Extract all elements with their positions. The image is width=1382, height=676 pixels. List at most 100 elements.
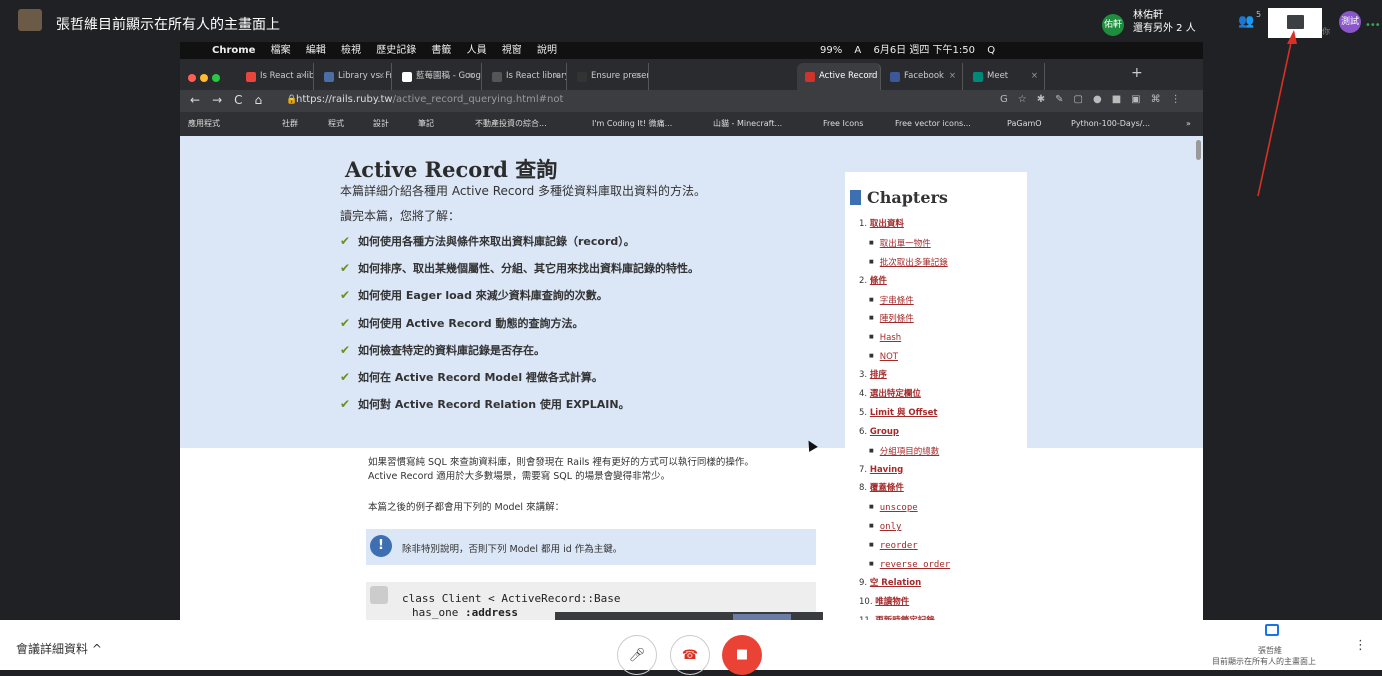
toc-link[interactable]: Having xyxy=(870,465,903,475)
people-icon[interactable]: 👥 xyxy=(1238,14,1254,29)
meet-top-bar: 張哲維目前顯示在所有人的主畫面上 佑軒 林佑軒 還有另外 2 人 👥 5 你 測… xyxy=(0,0,1382,42)
bookmark-link[interactable]: 山貓 - Minecraft... xyxy=(713,112,782,136)
browser-tab[interactable]: 藍莓園稿 - Goog × xyxy=(394,63,482,90)
toc-link[interactable]: Hash xyxy=(880,333,901,343)
browser-tab[interactable]: Facebook × xyxy=(882,63,963,90)
close-tab-icon[interactable]: × xyxy=(553,63,560,90)
toc-item: 字串條件 xyxy=(859,292,1024,311)
browser-tab[interactable]: Is React library o× xyxy=(484,63,567,90)
toc-link[interactable]: unscope xyxy=(880,503,918,513)
extension-icon[interactable]: ✱ xyxy=(1037,94,1045,105)
menu-people[interactable]: 人員 xyxy=(467,45,487,56)
toc-link[interactable]: 唯讀物件 xyxy=(875,597,909,607)
hangup-icon[interactable]: ☎︎ xyxy=(670,635,710,675)
bookmark-link[interactable]: 不動產投資の綜合... xyxy=(475,112,547,136)
self-avatar[interactable]: 測試 xyxy=(1339,11,1361,33)
toc-link[interactable]: 排序 xyxy=(870,370,887,380)
extension-icon[interactable]: ● xyxy=(1093,94,1102,105)
bookmark-link[interactable]: Free Icons xyxy=(823,112,863,136)
toc-link[interactable]: Limit 與 Offset xyxy=(870,408,938,418)
toc-link[interactable]: reorder xyxy=(880,541,918,551)
back-button[interactable]: ← xyxy=(190,93,200,107)
close-tab-icon[interactable]: × xyxy=(635,63,642,90)
bookmark-folder[interactable]: 程式 xyxy=(328,112,344,136)
minimize-window-icon[interactable] xyxy=(200,74,208,82)
toc-link[interactable]: reverse_order xyxy=(880,560,950,570)
toc-link[interactable]: 分組項目的總數 xyxy=(880,447,940,457)
menu-window[interactable]: 視窗 xyxy=(502,45,522,56)
goal-item: ✔ 如何對 Active Record Relation 使用 EXPLAIN。 xyxy=(340,395,699,422)
toc-link[interactable]: 取出資料 xyxy=(870,219,904,229)
translate-icon[interactable]: G xyxy=(1000,94,1008,105)
close-tab-icon[interactable]: × xyxy=(1031,63,1038,90)
clock[interactable]: 6月6日 週四 下午1:50 xyxy=(873,45,975,56)
spotlight-icon[interactable]: Q xyxy=(987,45,995,56)
toc-link[interactable]: 批次取出多筆記錄 xyxy=(880,258,948,268)
menubar-status: 99% A 6月6日 週四 下午1:50 Q xyxy=(820,42,1004,59)
bookmark-link[interactable]: PaGamO xyxy=(1007,112,1042,136)
browser-tab[interactable]: Is React a library× xyxy=(238,63,314,90)
close-tab-icon[interactable]: × xyxy=(867,63,874,90)
paragraph-line: Active Record 適用於大多數場景，需要寫 SQL 的場景會變得非常少… xyxy=(368,471,671,482)
forward-button[interactable]: → xyxy=(212,93,222,107)
meeting-details-button[interactable]: 會議詳細資料 ^ xyxy=(16,640,102,657)
close-tab-icon[interactable]: × xyxy=(378,63,385,90)
chat-icon[interactable] xyxy=(1287,15,1304,29)
close-tab-icon[interactable]: × xyxy=(468,63,475,90)
more-icon[interactable]: ••• xyxy=(1365,20,1381,31)
toc-link[interactable]: 陣列條件 xyxy=(880,314,914,324)
menu-file[interactable]: 檔案 xyxy=(271,45,291,56)
browser-tab[interactable]: Library vs. Frame× xyxy=(316,63,392,90)
toc-link[interactable]: 選出特定欄位 xyxy=(870,389,921,399)
toc-link[interactable]: 空 Relation xyxy=(870,578,921,588)
home-button[interactable]: ⌂ xyxy=(255,93,263,107)
input-source[interactable]: A xyxy=(854,45,861,56)
toc-item: reorder xyxy=(859,537,1024,556)
menu-history[interactable]: 歷史記錄 xyxy=(376,45,416,56)
bookmark-link[interactable]: Free vector icons... xyxy=(895,112,971,136)
toc-link[interactable]: 覆蓋條件 xyxy=(870,483,904,493)
zoom-window-icon[interactable] xyxy=(212,74,220,82)
menu-help[interactable]: 說明 xyxy=(537,45,557,56)
bookmark-link[interactable]: I'm Coding It! 微痛... xyxy=(592,112,672,136)
url-input[interactable]: https://rails.ruby.tw/active_record_quer… xyxy=(296,94,563,105)
menu-chrome[interactable]: Chrome xyxy=(212,45,255,56)
extension-icon[interactable]: ⌘ xyxy=(1151,94,1161,105)
extension-icon[interactable]: ▣ xyxy=(1131,94,1140,105)
extension-icon[interactable]: ▢ xyxy=(1074,94,1083,105)
star-icon[interactable]: ☆ xyxy=(1018,94,1027,105)
toc-link[interactable]: NOT xyxy=(880,352,898,362)
toc-link[interactable]: 字串條件 xyxy=(880,296,914,306)
bookmarks-overflow[interactable]: » xyxy=(1186,112,1191,136)
scrollbar[interactable] xyxy=(1196,140,1201,160)
reload-button[interactable]: C xyxy=(234,93,242,107)
intro-paragraph: 如果習慣寫純 SQL 來查詢資料庫，則會發現在 Rails 裡有更好的方式可以執… xyxy=(368,456,798,484)
toc-link[interactable]: 條件 xyxy=(870,276,887,286)
browser-tab[interactable]: Meet × xyxy=(965,63,1045,90)
extension-icon[interactable]: ■ xyxy=(1112,94,1121,105)
toc-link[interactable]: 取出單一物件 xyxy=(880,239,931,249)
bookmark-apps[interactable]: 應用程式 xyxy=(188,112,220,136)
menu-bookmarks[interactable]: 書籤 xyxy=(431,45,451,56)
close-tab-icon[interactable]: × xyxy=(300,63,307,90)
bookmark-folder[interactable]: 社群 xyxy=(282,112,298,136)
menu-view[interactable]: 檢視 xyxy=(341,45,361,56)
bookmark-folder[interactable]: 設計 xyxy=(373,112,389,136)
user-avatar: 佑軒 xyxy=(1102,14,1124,36)
present-icon[interactable] xyxy=(1265,624,1279,636)
close-window-icon[interactable] xyxy=(188,74,196,82)
bookmark-folder[interactable]: 筆記 xyxy=(418,112,434,136)
mic-off-icon[interactable]: 🎤︎ xyxy=(617,635,657,675)
extension-icon[interactable]: ✎ xyxy=(1055,94,1063,105)
new-tab-button[interactable]: + xyxy=(1131,65,1143,81)
bookmark-link[interactable]: Python-100-Days/... xyxy=(1071,112,1150,136)
browser-tab[interactable]: Active Record 查× xyxy=(797,63,881,90)
menu-icon[interactable]: ⋮ xyxy=(1171,94,1181,105)
menu-edit[interactable]: 編輯 xyxy=(306,45,326,56)
more-vert-icon[interactable]: ⋮ xyxy=(1354,638,1367,653)
toc-link[interactable]: only xyxy=(880,522,902,532)
close-tab-icon[interactable]: × xyxy=(949,63,956,90)
browser-tab[interactable]: Ensure presence× xyxy=(569,63,649,90)
camera-off-icon[interactable]: ■ xyxy=(722,635,762,675)
toc-link[interactable]: Group xyxy=(870,427,899,437)
